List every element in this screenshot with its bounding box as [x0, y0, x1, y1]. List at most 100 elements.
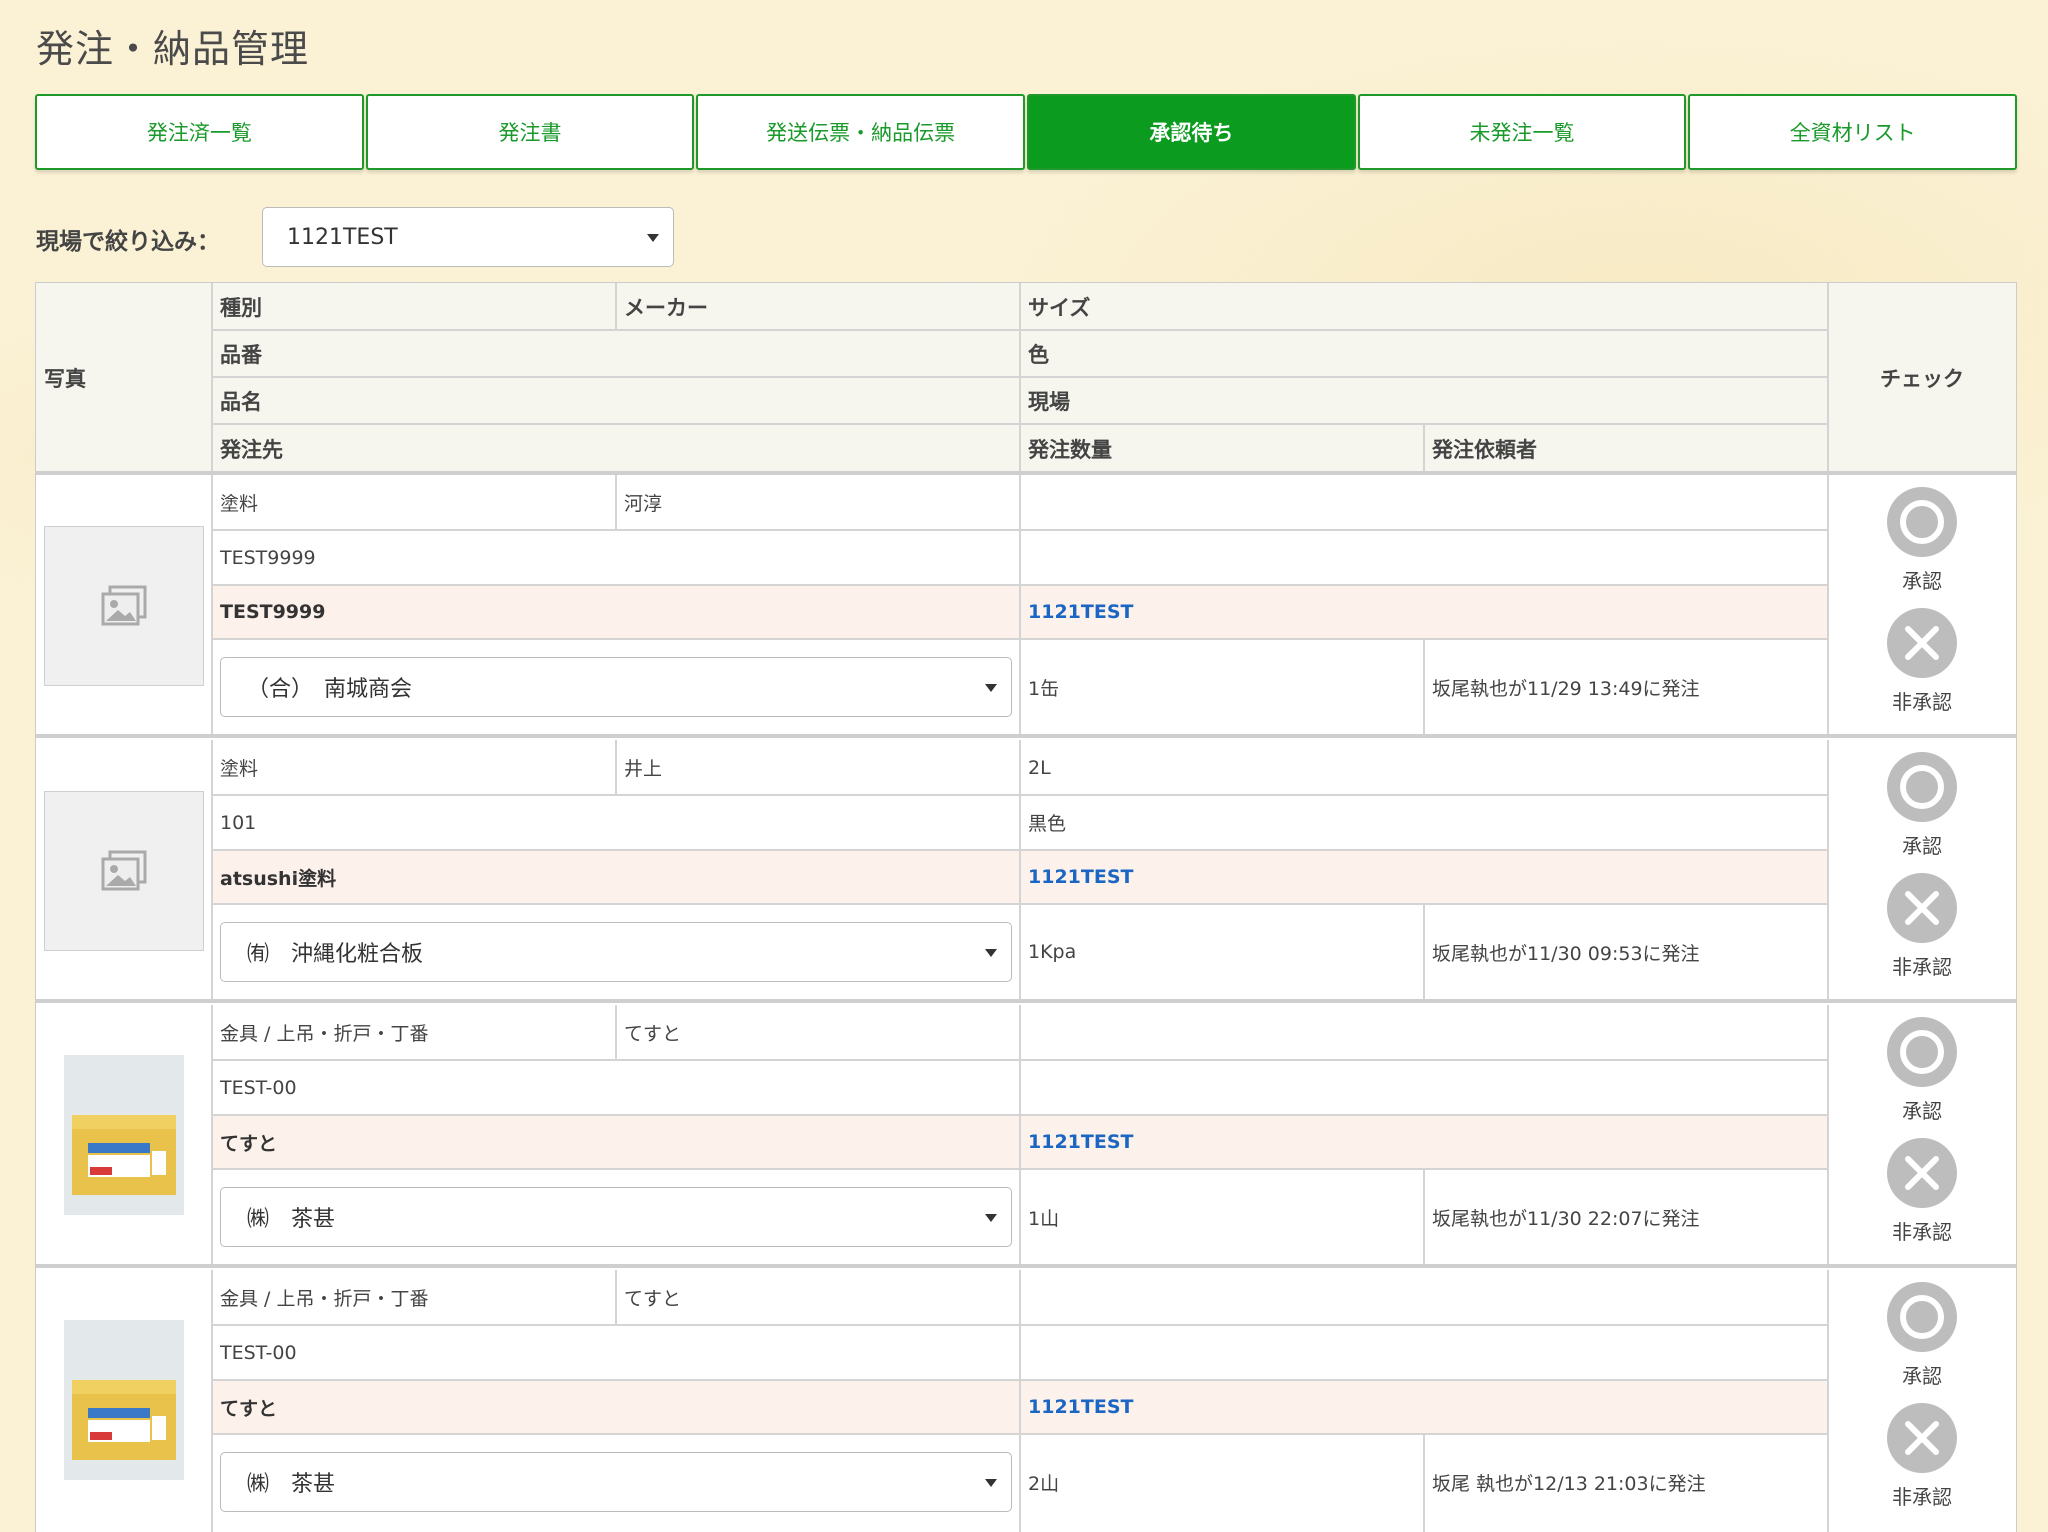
row2-quantity: 1Kpa [1028, 941, 1077, 963]
chevron-down-icon [985, 684, 997, 692]
row1-quantity: 1缶 [1028, 677, 1060, 700]
tab-not-ordered-list[interactable]: 未発注一覧 [1357, 94, 1687, 170]
tab-bar: 発注済一覧 発注書 発送伝票・納品伝票 承認待ち 未発注一覧 全資材リスト [35, 94, 2018, 170]
row4-approve-button[interactable] [1887, 1282, 1957, 1352]
tab-purchase-order[interactable]: 発注書 [365, 94, 695, 170]
approval-table: 写真 種別 メーカー サイズ 品番 色 品名 現場 発注先 発注数量 発注依頼者… [35, 282, 2017, 1532]
row2-supplier-select[interactable]: ㈲ 沖縄化粧合板 [220, 922, 1012, 982]
row3-size [1020, 1005, 1828, 1060]
row3-supplier-value: ㈱ 茶甚 [247, 1207, 336, 1232]
row4-maker: てすと [624, 1288, 682, 1310]
row1-name: TEST9999 [220, 601, 326, 623]
header-requester: 発注依頼者 [1424, 424, 1828, 473]
circle-icon [1900, 1030, 1944, 1074]
chevron-down-icon [985, 949, 997, 957]
tab-ordered-list[interactable]: 発注済一覧 [35, 94, 364, 170]
header-size: サイズ [1020, 283, 1828, 330]
product-photo [64, 1055, 184, 1215]
header-photo: 写真 [36, 283, 212, 473]
row3-requester: 坂尾執也が11/30 22:07に発注 [1432, 1207, 1700, 1230]
circle-icon [1900, 500, 1944, 544]
row2-site-link[interactable]: 1121TEST [1020, 850, 1828, 904]
header-maker: メーカー [616, 283, 1020, 330]
row2-color: 黒色 [1028, 813, 1067, 835]
row1-size [1020, 475, 1828, 530]
row1-supplier-value: （合） 南城商会 [247, 677, 413, 702]
tab-pending-approval[interactable]: 承認待ち [1027, 94, 1356, 170]
header-check: チェック [1828, 283, 2016, 473]
site-filter-label: 現場で絞り込み： [36, 229, 220, 255]
row3-part-no: TEST-00 [220, 1076, 297, 1099]
row1-approve-button[interactable] [1887, 487, 1957, 557]
row1-approve-label: 承認 [1902, 569, 1942, 593]
chevron-down-icon [647, 234, 659, 242]
header-part-no: 品番 [212, 330, 1020, 377]
row2-reject-button[interactable] [1887, 873, 1957, 943]
row4-color [1020, 1325, 1828, 1380]
row3-quantity: 1山 [1028, 1207, 1060, 1230]
row2-maker: 井上 [624, 758, 663, 780]
row2-approve-label: 承認 [1902, 834, 1942, 858]
row3-name: てすと [220, 1132, 278, 1155]
row2-supplier-value: ㈲ 沖縄化粧合板 [247, 942, 424, 967]
row2-part-no: 101 [220, 811, 257, 834]
product-photo-placeholder [44, 791, 204, 951]
row1-maker: 河淳 [624, 493, 663, 515]
row3-color [1020, 1060, 1828, 1115]
row3-approve-button[interactable] [1887, 1017, 1957, 1087]
row1-part-no: TEST9999 [220, 546, 316, 569]
row4-supplier-value: ㈱ 茶甚 [247, 1472, 336, 1497]
image-icon [101, 850, 147, 891]
close-icon [1905, 891, 1939, 925]
row1-reject-button[interactable] [1887, 608, 1957, 678]
row1-supplier-select[interactable]: （合） 南城商会 [220, 657, 1012, 717]
row4-reject-label: 非承認 [1892, 1485, 1952, 1509]
row4-type: 金具 / 上吊・折戸・丁番 [220, 1288, 429, 1310]
header-quantity: 発注数量 [1020, 424, 1424, 473]
product-photo [64, 1320, 184, 1480]
row4-name: てすと [220, 1397, 278, 1420]
row4-reject-button[interactable] [1887, 1403, 1957, 1473]
row3-supplier-select[interactable]: ㈱ 茶甚 [220, 1187, 1012, 1247]
row1-reject-label: 非承認 [1892, 690, 1952, 714]
row3-reject-label: 非承認 [1892, 1220, 1952, 1244]
image-icon [101, 585, 147, 626]
row4-requester: 坂尾 執也が12/13 21:03に発注 [1432, 1472, 1706, 1495]
row2-requester: 坂尾執也が11/30 09:53に発注 [1432, 942, 1700, 965]
header-site: 現場 [1020, 377, 1828, 424]
row1-site-link[interactable]: 1121TEST [1020, 585, 1828, 639]
row4-quantity: 2山 [1028, 1472, 1060, 1495]
tab-all-materials[interactable]: 全資材リスト [1688, 94, 2018, 170]
close-icon [1905, 1421, 1939, 1455]
row4-size [1020, 1270, 1828, 1325]
header-supplier: 発注先 [212, 424, 1020, 473]
tab-shipping-delivery-slips[interactable]: 発送伝票・納品伝票 [696, 94, 1026, 170]
product-box-image [64, 1320, 184, 1480]
row3-reject-button[interactable] [1887, 1138, 1957, 1208]
row1-color [1020, 530, 1828, 585]
site-filter-value: 1121TEST [287, 224, 398, 250]
row3-type: 金具 / 上吊・折戸・丁番 [220, 1023, 429, 1045]
row4-supplier-select[interactable]: ㈱ 茶甚 [220, 1452, 1012, 1512]
header-type: 種別 [212, 283, 616, 330]
row2-approve-button[interactable] [1887, 752, 1957, 822]
row3-approve-label: 承認 [1902, 1099, 1942, 1123]
row2-type: 塗料 [220, 758, 259, 780]
page-title: 発注・納品管理 [36, 27, 310, 71]
row4-approve-label: 承認 [1902, 1364, 1942, 1388]
row1-requester: 坂尾執也が11/29 13:49に発注 [1432, 677, 1700, 700]
row3-maker: てすと [624, 1023, 682, 1045]
product-photo-placeholder [44, 526, 204, 686]
row2-name: atsushi塗料 [220, 867, 337, 890]
site-filter-select[interactable]: 1121TEST [262, 207, 674, 267]
row2-reject-label: 非承認 [1892, 955, 1952, 979]
row4-site-link[interactable]: 1121TEST [1020, 1380, 1828, 1434]
circle-icon [1900, 1295, 1944, 1339]
row2-size: 2L [1028, 756, 1051, 779]
row4-part-no: TEST-00 [220, 1341, 297, 1364]
chevron-down-icon [985, 1214, 997, 1222]
close-icon [1905, 626, 1939, 660]
header-color: 色 [1020, 330, 1828, 377]
row3-site-link[interactable]: 1121TEST [1020, 1115, 1828, 1169]
row1-type: 塗料 [220, 493, 259, 515]
